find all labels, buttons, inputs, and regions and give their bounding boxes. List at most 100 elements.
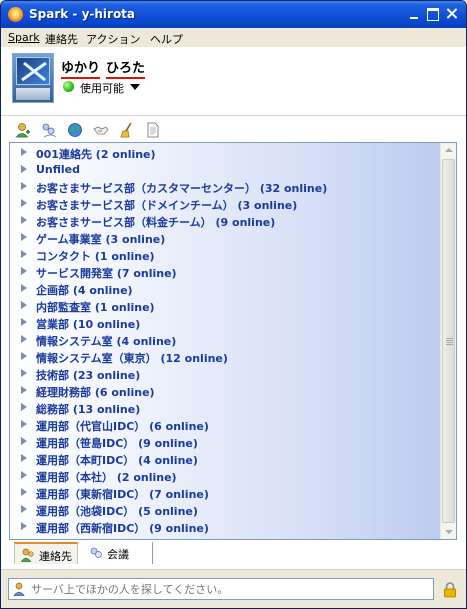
expand-arrow-icon[interactable]: [21, 216, 27, 224]
scrollbar[interactable]: [440, 143, 456, 539]
broom-icon[interactable]: [119, 122, 135, 138]
contact-group-label: コンタクト (1 online): [36, 250, 155, 263]
lock-icon[interactable]: [443, 582, 457, 598]
contact-group-row[interactable]: お客さまサービス部（料金チーム） (9 online): [10, 212, 442, 229]
add-contact-icon[interactable]: [15, 122, 31, 138]
expand-arrow-icon[interactable]: [21, 267, 27, 275]
expand-arrow-icon[interactable]: [21, 454, 27, 462]
search-input[interactable]: [31, 582, 429, 597]
status-online-icon: [63, 81, 74, 92]
scroll-thumb[interactable]: [442, 159, 455, 523]
contact-group-row[interactable]: Offline Group: [10, 535, 442, 540]
contact-group-row[interactable]: 技術部 (23 online): [10, 365, 442, 382]
minimize-icon[interactable]: [407, 6, 423, 22]
expand-arrow-icon[interactable]: [21, 471, 27, 479]
expand-arrow-icon[interactable]: [21, 284, 27, 292]
conference-icon[interactable]: [41, 122, 57, 138]
tab-conference-label: 会議: [107, 548, 129, 561]
scroll-down-icon[interactable]: [441, 524, 456, 539]
contact-group-row[interactable]: ゲーム事業室 (3 online): [10, 229, 442, 246]
tab-conference[interactable]: 会議: [83, 542, 153, 564]
contact-group-row[interactable]: 運用部（西新宿IDC） (9 online): [10, 518, 442, 535]
spark-window: Spark - y-hirota Spark 連絡先 アクション ヘルプ ゆかり…: [0, 0, 467, 609]
contact-group-label: 技術部 (23 online): [36, 369, 141, 382]
expand-arrow-icon[interactable]: [21, 318, 27, 326]
maximize-icon[interactable]: [425, 6, 441, 22]
contact-group-row[interactable]: お客さまサービス部（カスタマーセンター） (32 online): [10, 178, 442, 195]
window-title: Spark - y-hirota: [29, 7, 136, 21]
contact-group-label: 内部監査室 (1 online): [36, 301, 155, 314]
contact-group-row[interactable]: 運用部（笹島IDC） (9 online): [10, 433, 442, 450]
contact-group-row[interactable]: コンタクト (1 online): [10, 246, 442, 263]
contact-group-label: Unfiled: [36, 163, 81, 176]
contact-group-row[interactable]: 情報システム室 (4 online): [10, 331, 442, 348]
tab-contacts[interactable]: 連絡先: [14, 542, 78, 564]
scroll-up-icon[interactable]: [441, 143, 456, 158]
contact-group-row[interactable]: 総務部 (13 online): [10, 399, 442, 416]
document-icon[interactable]: [145, 122, 161, 138]
contact-group-row[interactable]: 営業部 (10 online): [10, 314, 442, 331]
contact-group-row[interactable]: 企画部 (4 online): [10, 280, 442, 297]
menu-bar: Spark 連絡先 アクション ヘルプ: [1, 28, 466, 47]
status-label[interactable]: 使用可能: [80, 80, 124, 96]
contact-group-label: お客さまサービス部（料金チーム） (9 online): [36, 216, 276, 229]
contact-group-row[interactable]: 運用部（東新宿IDC） (7 online): [10, 484, 442, 501]
expand-arrow-icon[interactable]: [21, 403, 27, 411]
expand-arrow-icon[interactable]: [21, 199, 27, 207]
contact-group-label: 運用部（笹島IDC） (9 online): [36, 437, 198, 450]
contact-group-row[interactable]: 001連絡先 (2 online): [10, 144, 442, 161]
status-dropdown-icon[interactable]: [130, 84, 140, 90]
expand-arrow-icon[interactable]: [21, 352, 27, 360]
contact-group-row[interactable]: 運用部（池袋IDC） (5 online): [10, 501, 442, 518]
expand-arrow-icon[interactable]: [21, 182, 27, 190]
contact-group-row[interactable]: 情報システム室（東京） (12 online): [10, 348, 442, 365]
menu-actions[interactable]: アクション: [86, 31, 140, 47]
conference-tab-icon: [90, 547, 102, 558]
contact-group-label: 情報システム室 (4 online): [36, 335, 177, 348]
expand-arrow-icon[interactable]: [21, 165, 27, 173]
expand-arrow-icon[interactable]: [21, 437, 27, 445]
expand-arrow-icon[interactable]: [21, 233, 27, 241]
expand-arrow-icon[interactable]: [21, 539, 27, 540]
contact-group-row[interactable]: 内部監査室 (1 online): [10, 297, 442, 314]
expand-arrow-icon[interactable]: [21, 488, 27, 496]
menu-spark-label: Spark: [8, 31, 40, 44]
expand-arrow-icon[interactable]: [21, 420, 27, 428]
user-name: ゆかり ひろた: [61, 57, 146, 79]
search-box[interactable]: [8, 578, 434, 600]
contact-group-row[interactable]: お客さまサービス部（ドメインチーム） (3 online): [10, 195, 442, 212]
close-icon[interactable]: [444, 6, 460, 22]
expand-arrow-icon[interactable]: [21, 250, 27, 258]
contact-group-label: Offline Group: [36, 537, 118, 539]
avatar-base: [16, 88, 50, 100]
scroll-grip: [446, 338, 453, 345]
contact-group-row[interactable]: 運用部（本社） (2 online): [10, 467, 442, 484]
expand-arrow-icon[interactable]: [21, 148, 27, 156]
globe-icon[interactable]: [67, 122, 83, 138]
handshake-icon[interactable]: [93, 122, 109, 138]
contact-group-row[interactable]: 経理財務部 (6 online): [10, 382, 442, 399]
bottom-bar: [1, 569, 466, 608]
toolbar: [1, 115, 466, 141]
expand-arrow-icon[interactable]: [21, 369, 27, 377]
expand-arrow-icon[interactable]: [21, 386, 27, 394]
contact-group-label: 001連絡先 (2 online): [36, 148, 156, 161]
contact-group-row[interactable]: Unfiled: [10, 161, 442, 178]
avatar[interactable]: [12, 53, 54, 103]
contact-list[interactable]: 001連絡先 (2 online) Unfiled お客さまサービス部（カスタマーセ…: [9, 142, 457, 540]
contact-group-label: 運用部（代官山IDC） (6 online): [36, 420, 209, 433]
expand-arrow-icon[interactable]: [21, 301, 27, 309]
menu-spark[interactable]: Spark: [8, 31, 40, 44]
expand-arrow-icon[interactable]: [21, 522, 27, 530]
menu-help[interactable]: ヘルプ: [150, 31, 183, 47]
contact-group-label: 運用部（池袋IDC） (5 online): [36, 505, 198, 518]
contacts-tab-icon: [21, 548, 34, 562]
contact-group-row[interactable]: サービス開発室 (7 online): [10, 263, 442, 280]
contact-group-row[interactable]: 運用部（本町IDC） (4 online): [10, 450, 442, 467]
expand-arrow-icon[interactable]: [21, 335, 27, 343]
title-bar[interactable]: Spark - y-hirota: [1, 1, 466, 28]
user-name-first: ゆかり: [61, 61, 101, 79]
menu-contacts[interactable]: 連絡先: [45, 31, 78, 47]
contact-group-row[interactable]: 運用部（代官山IDC） (6 online): [10, 416, 442, 433]
expand-arrow-icon[interactable]: [21, 505, 27, 513]
